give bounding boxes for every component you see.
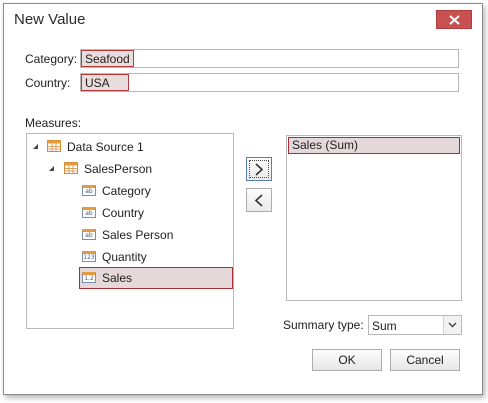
ok-button[interactable]: OK: [312, 349, 382, 371]
chevron-down-icon: [448, 322, 457, 328]
close-button[interactable]: [436, 10, 472, 29]
dropdown-button[interactable]: [443, 316, 461, 334]
tree-node-field[interactable]: ab Category: [27, 182, 227, 200]
tree-node-label: Sales: [102, 271, 133, 285]
new-value-dialog: New Value Category: Seafood Country: USA…: [3, 3, 483, 395]
country-field[interactable]: USA: [80, 73, 459, 92]
tree-node-label: Category: [102, 184, 151, 198]
tree-node-label: SalesPerson: [84, 162, 153, 176]
tree-node-label: Sales Person: [102, 228, 174, 242]
category-value-token[interactable]: Seafood: [81, 50, 134, 67]
decimal-field-icon: 1.2: [82, 272, 96, 283]
table-icon: [64, 162, 78, 174]
summary-type-label: Summary type:: [283, 318, 364, 332]
cancel-button[interactable]: Cancel: [390, 349, 460, 371]
category-label: Category:: [25, 52, 78, 66]
close-icon: [449, 15, 460, 25]
selected-measures-list[interactable]: Sales (Sum): [286, 135, 462, 301]
tree-node-label: Quantity: [102, 250, 147, 264]
tree-node-field-selected[interactable]: 1.2 Sales: [79, 267, 233, 289]
tree-node-data-source[interactable]: Data Source 1: [27, 138, 227, 156]
dialog-title: New Value: [14, 11, 86, 28]
measures-tree[interactable]: Data Source 1 SalesPerson ab Category ab…: [26, 133, 234, 329]
tree-node-field[interactable]: 123 Quantity: [27, 248, 227, 266]
data-source-icon: [47, 140, 61, 152]
integer-field-icon: 123: [82, 251, 96, 262]
remove-measure-button[interactable]: [246, 188, 272, 212]
chevron-left-icon: [254, 194, 263, 207]
tree-node-field[interactable]: ab Country: [27, 204, 227, 222]
tree-node-label: Data Source 1: [67, 140, 144, 154]
text-field-icon: ab: [82, 185, 96, 196]
chevron-right-icon: [255, 163, 264, 176]
summary-type-select[interactable]: Sum: [368, 315, 462, 335]
category-field[interactable]: Seafood: [80, 49, 459, 68]
country-label: Country:: [25, 76, 71, 90]
tree-node-table[interactable]: SalesPerson: [27, 160, 227, 178]
list-item[interactable]: Sales (Sum): [288, 137, 460, 154]
summary-type-value: Sum: [372, 319, 397, 333]
measures-label: Measures:: [25, 116, 82, 130]
tree-node-field[interactable]: ab Sales Person: [27, 226, 227, 244]
collapse-icon[interactable]: [33, 144, 38, 149]
text-field-icon: ab: [82, 207, 96, 218]
text-field-icon: ab: [82, 229, 96, 240]
collapse-icon[interactable]: [49, 166, 54, 171]
country-value-token[interactable]: USA: [81, 74, 129, 91]
add-measure-button[interactable]: [246, 157, 272, 181]
tree-node-label: Country: [102, 206, 145, 220]
